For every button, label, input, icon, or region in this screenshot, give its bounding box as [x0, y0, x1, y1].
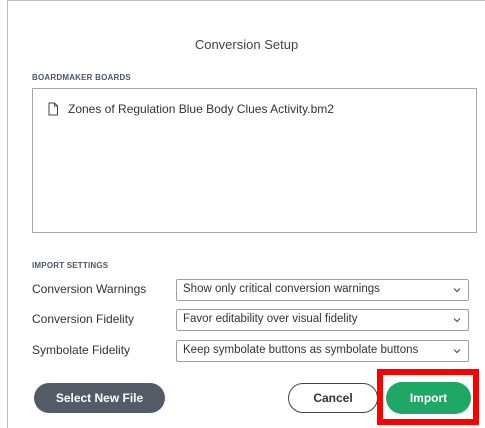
dialog-title: Conversion Setup — [194, 37, 299, 52]
symbolate-fidelity-label: Symbolate Fidelity — [32, 343, 131, 357]
file-name: Zones of Regulation Blue Body Clues Acti… — [68, 102, 334, 116]
conversion-warnings-label: Conversion Warnings — [32, 282, 147, 296]
conversion-warnings-value: Show only critical conversion warnings — [183, 283, 380, 295]
setting-row-conversion-warnings: Conversion Warnings Show only critical c… — [32, 279, 477, 301]
conversion-setup-dialog: Conversion Setup BOARDMAKER BOARDS Zones… — [7, 0, 485, 428]
select-new-file-button[interactable]: Select New File — [34, 383, 165, 413]
cancel-button[interactable]: Cancel — [288, 383, 378, 413]
chevron-down-icon — [453, 288, 461, 293]
list-item[interactable]: Zones of Regulation Blue Body Clues Acti… — [46, 102, 334, 116]
chevron-down-icon — [453, 349, 461, 354]
boardmaker-boards-label: BOARDMAKER BOARDS — [32, 73, 131, 82]
conversion-warnings-select[interactable]: Show only critical conversion warnings — [176, 279, 469, 301]
file-icon — [48, 102, 58, 116]
conversion-fidelity-label: Conversion Fidelity — [32, 312, 135, 326]
conversion-fidelity-select[interactable]: Favor editability over visual fidelity — [176, 309, 469, 331]
symbolate-fidelity-value: Keep symbolate buttons as symbolate butt… — [183, 344, 419, 356]
setting-row-conversion-fidelity: Conversion Fidelity Favor editability ov… — [32, 309, 477, 331]
symbolate-fidelity-select[interactable]: Keep symbolate buttons as symbolate butt… — [176, 340, 469, 362]
import-button[interactable]: Import — [386, 382, 471, 414]
setting-row-symbolate-fidelity: Symbolate Fidelity Keep symbolate button… — [32, 340, 477, 362]
conversion-fidelity-value: Favor editability over visual fidelity — [183, 313, 358, 325]
import-settings-label: IMPORT SETTINGS — [32, 261, 109, 270]
boards-list: Zones of Regulation Blue Body Clues Acti… — [32, 88, 477, 233]
chevron-down-icon — [453, 318, 461, 323]
